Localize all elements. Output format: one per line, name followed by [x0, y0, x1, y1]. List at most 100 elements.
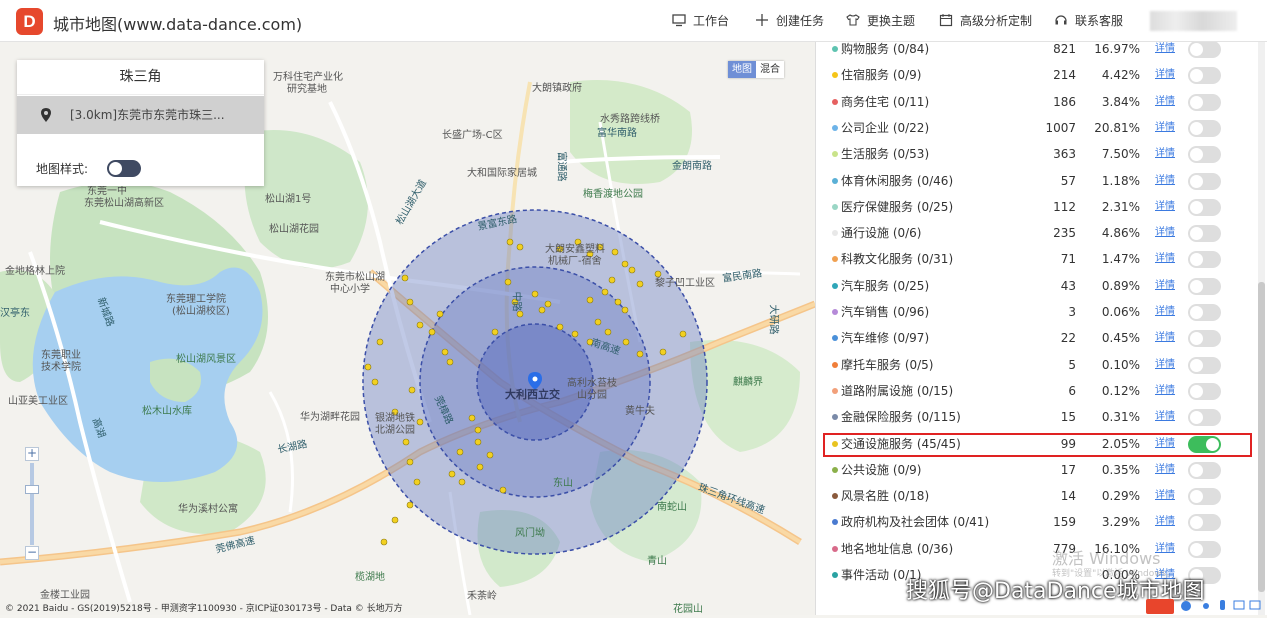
poi-marker[interactable] [622, 338, 630, 346]
map-type-map-button[interactable]: 地图 [728, 61, 756, 78]
poi-marker[interactable] [628, 266, 636, 274]
poi-marker[interactable] [556, 323, 564, 331]
category-toggle[interactable] [1188, 304, 1221, 321]
poi-marker[interactable] [428, 328, 436, 336]
detail-link[interactable]: 详情 [1155, 457, 1175, 483]
poi-marker[interactable] [446, 358, 454, 366]
category-toggle[interactable] [1188, 251, 1221, 269]
detail-link[interactable]: 详情 [1155, 404, 1175, 430]
detail-link[interactable]: 详情 [1155, 352, 1175, 378]
detail-link[interactable]: 详情 [1155, 194, 1175, 220]
detail-link[interactable]: 详情 [1155, 299, 1175, 325]
nav-advanced-analysis[interactable]: 高级分析定制 [939, 0, 1032, 42]
poi-marker[interactable] [371, 378, 379, 386]
poi-marker[interactable] [516, 310, 524, 318]
category-toggle[interactable] [1188, 146, 1221, 164]
poi-marker[interactable] [474, 438, 482, 446]
category-toggle[interactable] [1188, 488, 1221, 506]
poi-marker[interactable] [406, 458, 414, 466]
poi-marker[interactable] [499, 486, 507, 494]
map-type-hybrid-button[interactable]: 混合 [756, 61, 784, 78]
poi-marker[interactable] [611, 248, 619, 256]
poi-marker[interactable] [636, 350, 644, 358]
detail-link[interactable]: 详情 [1155, 246, 1175, 272]
detail-link[interactable]: 详情 [1155, 483, 1175, 509]
category-toggle[interactable] [1188, 172, 1221, 190]
app-logo[interactable]: D [16, 8, 43, 35]
detail-link[interactable]: 详情 [1155, 378, 1175, 404]
category-toggle[interactable] [1188, 356, 1221, 374]
nav-workbench[interactable]: 工作台 [672, 0, 729, 42]
poi-marker[interactable] [408, 386, 416, 394]
category-toggle[interactable] [1188, 198, 1221, 216]
nav-contact-support[interactable]: 联系客服 [1054, 0, 1123, 42]
poi-marker[interactable] [504, 278, 512, 286]
poi-marker[interactable] [659, 348, 667, 356]
category-toggle[interactable] [1188, 67, 1221, 85]
poi-marker[interactable] [538, 306, 546, 314]
region-list-item[interactable]: [3.0km]东莞市东莞市珠三... [17, 96, 264, 134]
category-toggle[interactable] [1188, 540, 1221, 558]
poi-marker[interactable] [486, 451, 494, 459]
category-toggle[interactable] [1188, 277, 1221, 295]
poi-marker[interactable] [402, 438, 410, 446]
zoom-out-button[interactable]: − [25, 546, 39, 560]
poi-marker[interactable] [416, 321, 424, 329]
poi-marker[interactable] [364, 363, 372, 371]
category-toggle[interactable] [1188, 330, 1221, 348]
poi-marker[interactable] [413, 478, 421, 486]
detail-link[interactable]: 详情 [1155, 220, 1175, 246]
poi-marker[interactable] [636, 280, 644, 288]
zoom-in-button[interactable]: + [25, 447, 39, 461]
map-style-toggle[interactable] [107, 160, 141, 177]
detail-link[interactable]: 详情 [1155, 89, 1175, 115]
user-avatar-blurred[interactable] [1150, 11, 1237, 31]
poi-marker[interactable] [531, 290, 539, 298]
nav-create-task[interactable]: 创建任务 [755, 0, 824, 42]
zoom-slider-track[interactable] [30, 463, 34, 545]
poi-marker[interactable] [571, 330, 579, 338]
poi-marker[interactable] [376, 338, 384, 346]
poi-marker[interactable] [406, 298, 414, 306]
category-toggle[interactable] [1188, 225, 1221, 243]
nav-change-theme[interactable]: 更换主题 [846, 0, 915, 42]
poi-marker[interactable] [380, 538, 388, 546]
category-toggle[interactable] [1188, 409, 1221, 427]
category-toggle[interactable] [1188, 514, 1221, 532]
poi-marker[interactable] [474, 426, 482, 434]
zoom-slider-handle[interactable] [25, 485, 39, 494]
poi-marker[interactable] [621, 260, 629, 268]
category-toggle[interactable] [1188, 119, 1221, 137]
poi-marker[interactable] [601, 288, 609, 296]
poi-marker[interactable] [456, 448, 464, 456]
poi-marker[interactable] [544, 300, 552, 308]
category-toggle[interactable] [1188, 461, 1221, 479]
panel-scrollbar[interactable] [1258, 42, 1265, 615]
poi-marker[interactable] [608, 276, 616, 284]
poi-marker[interactable] [441, 348, 449, 356]
poi-marker[interactable] [436, 310, 444, 318]
category-toggle[interactable] [1188, 42, 1221, 58]
poi-marker[interactable] [458, 478, 466, 486]
poi-marker[interactable] [679, 330, 687, 338]
poi-marker[interactable] [604, 328, 612, 336]
poi-marker[interactable] [416, 418, 424, 426]
poi-marker[interactable] [586, 296, 594, 304]
poi-marker[interactable] [506, 238, 514, 246]
scrollbar-thumb[interactable] [1258, 282, 1265, 592]
detail-link[interactable]: 详情 [1155, 168, 1175, 194]
poi-marker[interactable] [448, 470, 456, 478]
detail-link[interactable]: 详情 [1155, 325, 1175, 351]
poi-marker[interactable] [614, 298, 622, 306]
category-toggle[interactable] [1188, 382, 1221, 400]
poi-marker[interactable] [391, 516, 399, 524]
poi-marker[interactable] [491, 328, 499, 336]
poi-marker[interactable] [594, 318, 602, 326]
poi-marker[interactable] [401, 274, 409, 282]
poi-marker[interactable] [406, 501, 414, 509]
detail-link[interactable]: 详情 [1155, 115, 1175, 141]
detail-link[interactable]: 详情 [1155, 62, 1175, 88]
detail-link[interactable]: 详情 [1155, 273, 1175, 299]
poi-marker[interactable] [468, 414, 476, 422]
poi-marker[interactable] [516, 243, 524, 251]
